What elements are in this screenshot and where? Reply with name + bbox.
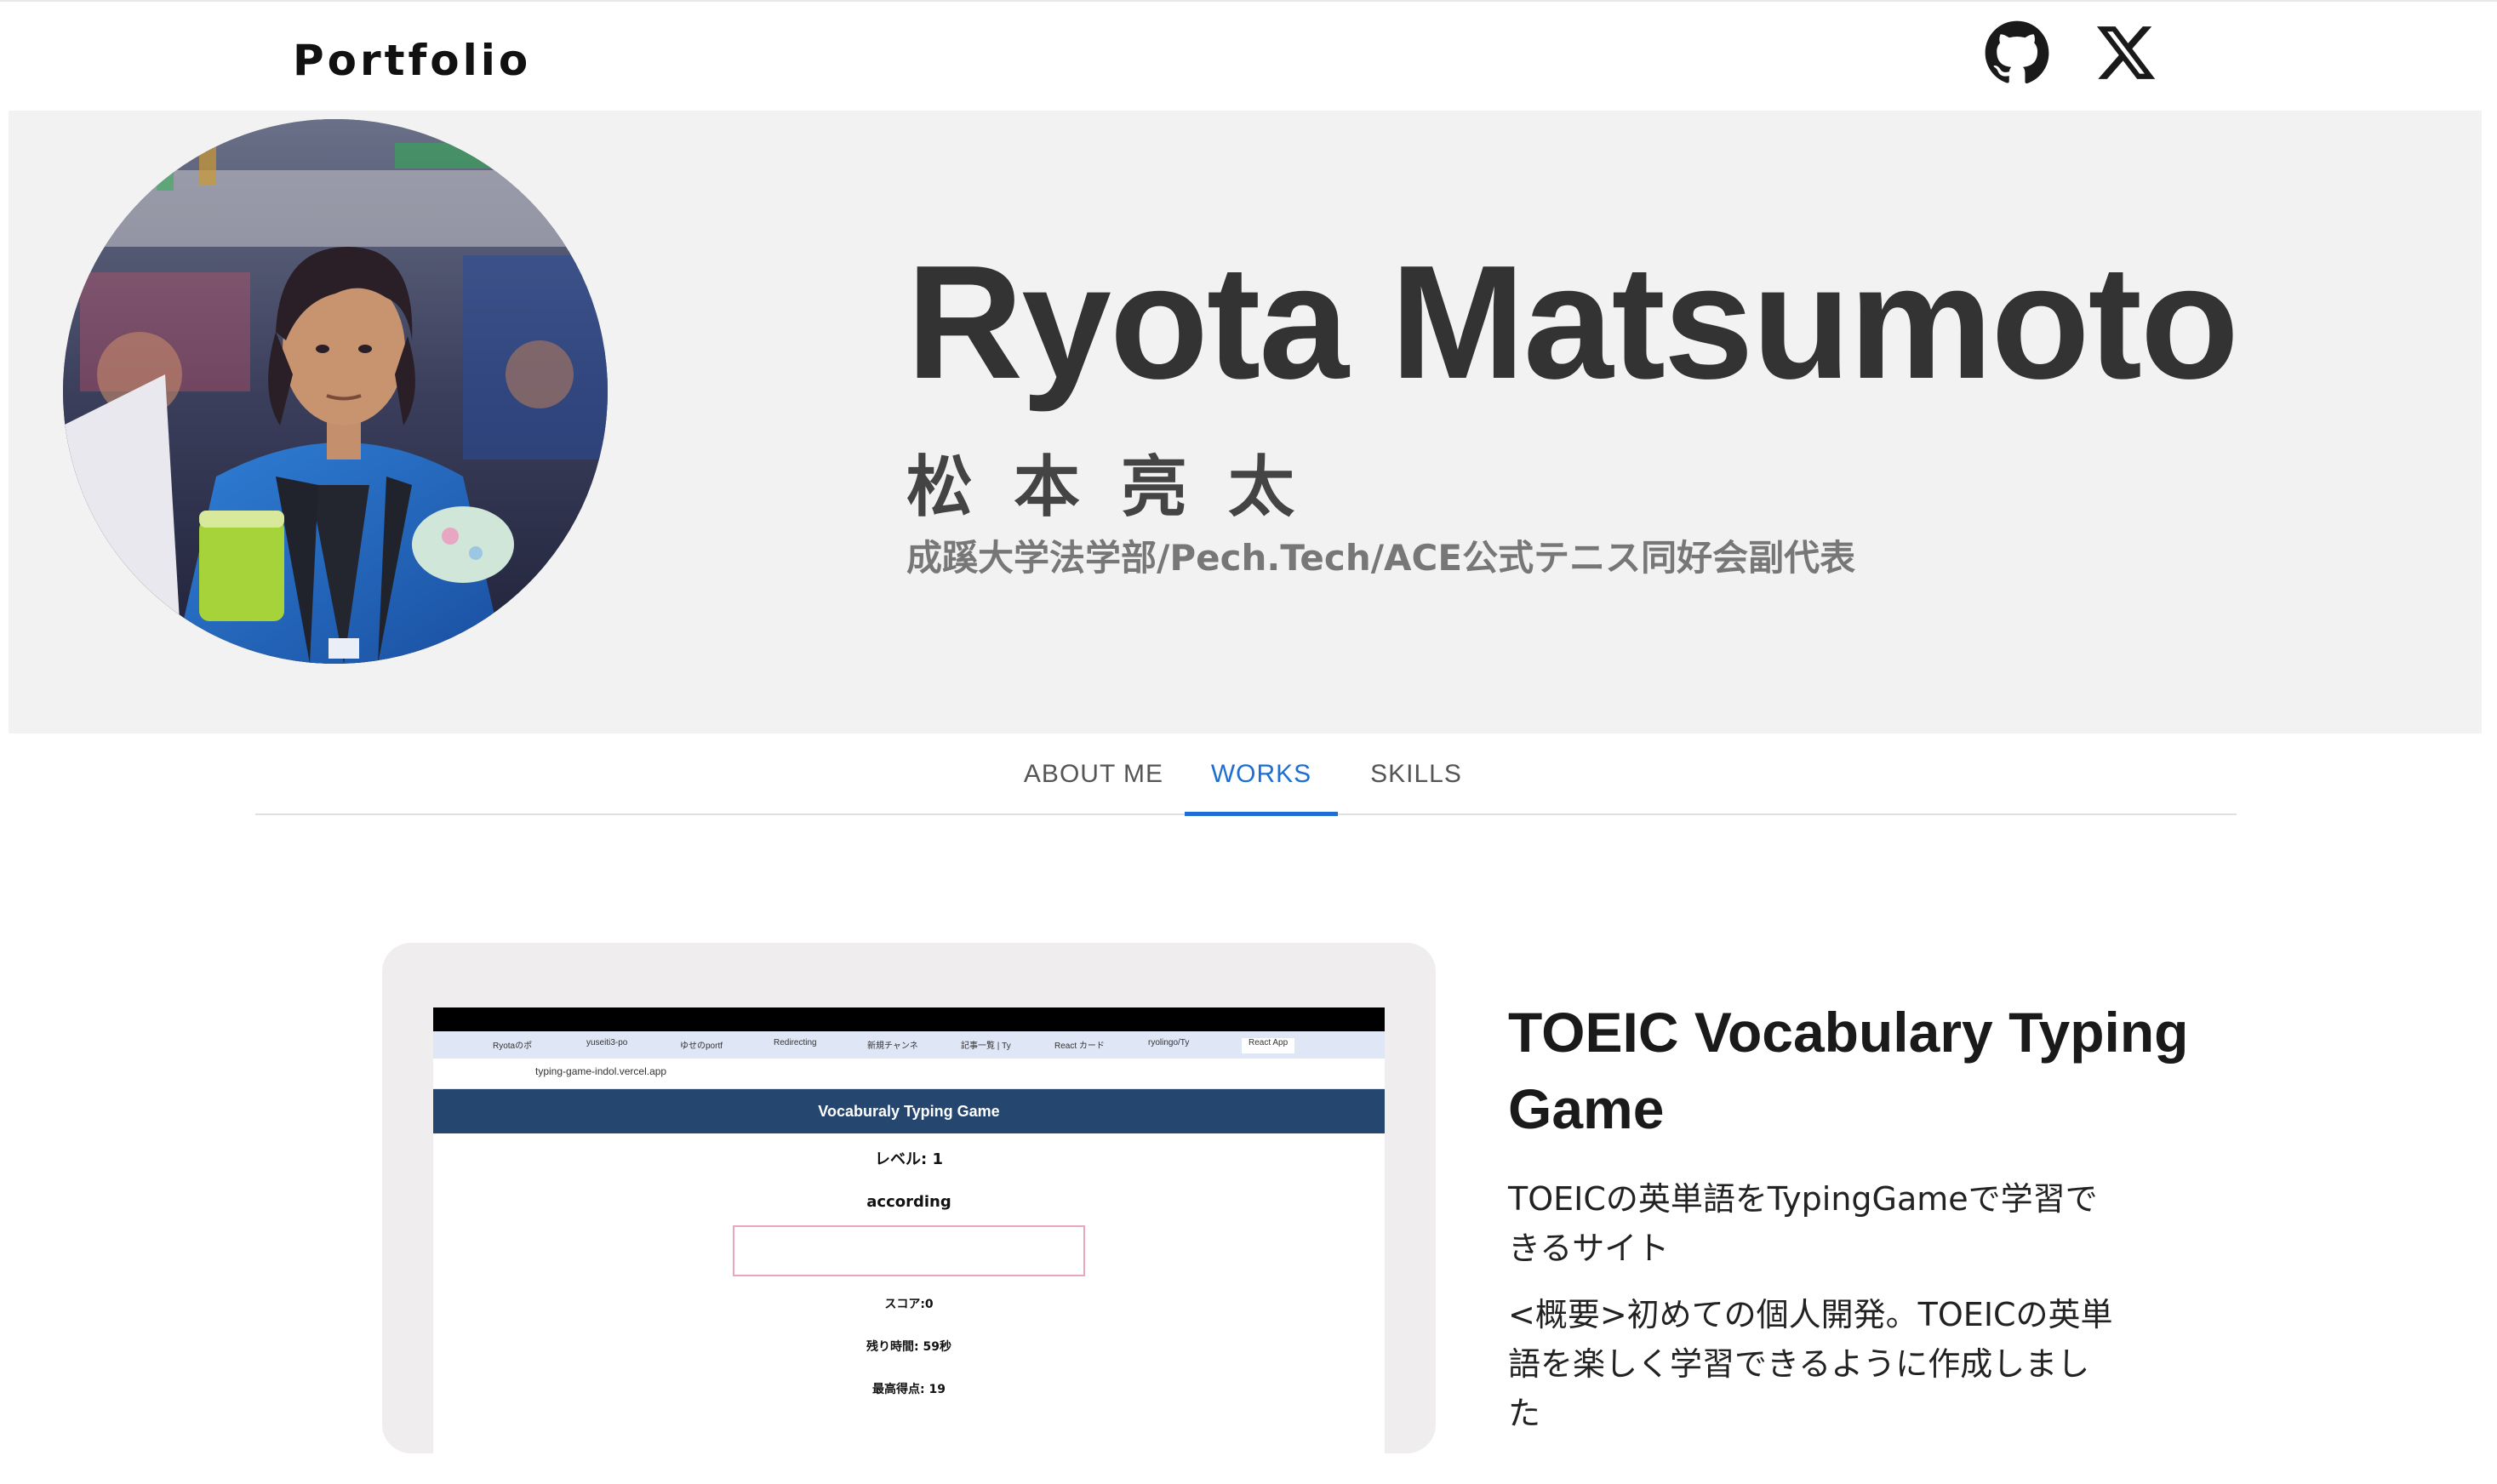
top-nav-bar: Portfolio [0, 0, 2497, 111]
browser-tab: yuseiti3-po [586, 1038, 628, 1047]
github-link[interactable] [1983, 19, 2051, 87]
screenshot-url: typing-game-indol.vercel.app [535, 1065, 667, 1077]
work-description: TOEICの英単語をTypingGameで学習できるサイト [1508, 1180, 2098, 1267]
name-japanese: 松本亮太 [906, 449, 1336, 526]
github-icon [1985, 20, 2049, 84]
affiliation: 成蹊大学法学部/Pech.Tech/ACE公式テニス同好会副代表 [906, 537, 1856, 579]
profile-hero: Ryota Matsumoto 松本亮太 成蹊大学法学部/Pech.Tech/A… [9, 111, 2482, 733]
profile-photo [63, 119, 608, 664]
name-english: Ryota Matsumoto [906, 232, 2239, 413]
work-screenshot: Ryotaのポ yuseiti3-po ゆせのportf Redirecting… [433, 1007, 1385, 1484]
x-icon [2096, 26, 2156, 79]
browser-tab-active: React App [1242, 1038, 1295, 1053]
browser-tab: React カード [1054, 1042, 1105, 1051]
site-brand[interactable]: Portfolio [293, 36, 531, 85]
screenshot-app-title: Vocaburaly Typing Game [433, 1089, 1385, 1133]
section-tabs: ABOUT ME WORKS SKILLS [255, 733, 2237, 816]
active-tab-indicator [1185, 812, 1338, 816]
browser-tab: 新規チャンネ [867, 1042, 918, 1051]
browser-tab: ゆせのportf [680, 1042, 723, 1051]
tab-works[interactable]: WORKS [1185, 733, 1338, 815]
tab-skills[interactable]: SKILLS [1348, 733, 1484, 815]
work-overview: <概要>初めての個人開発。TOEICの英単語を楽しく学習できるように作成しました [1508, 1296, 2113, 1432]
browser-tab: 記事一覧 | Ty [961, 1042, 1011, 1051]
screenshot-top-bar [433, 1007, 1385, 1031]
x-link[interactable] [2092, 19, 2160, 87]
work-title: TOEIC Vocabulary Typing Game [1508, 1001, 2189, 1140]
profile-photo-art [63, 119, 608, 664]
screenshot-level: レベル: 1 [875, 1150, 943, 1168]
browser-tab: Redirecting [774, 1038, 817, 1047]
work-card-image-frame[interactable]: Ryotaのポ yuseiti3-po ゆせのportf Redirecting… [382, 943, 1436, 1484]
screenshot-url-bar: typing-game-indol.vercel.app [433, 1059, 1385, 1089]
screenshot-browser-tabs: Ryotaのポ yuseiti3-po ゆせのportf Redirecting… [433, 1031, 1385, 1059]
screenshot-word: according [866, 1193, 951, 1211]
browser-tab: Ryotaのポ [493, 1042, 533, 1051]
screenshot-score: スコア:0 [884, 1298, 934, 1311]
browser-tab: ryolingo/Ty [1148, 1038, 1190, 1047]
tab-about-me[interactable]: ABOUT ME [1013, 733, 1174, 815]
screenshot-input [733, 1225, 1085, 1276]
screenshot-time-left: 残り時間: 59秒 [866, 1340, 951, 1354]
screenshot-high-score: 最高得点: 19 [872, 1383, 946, 1396]
